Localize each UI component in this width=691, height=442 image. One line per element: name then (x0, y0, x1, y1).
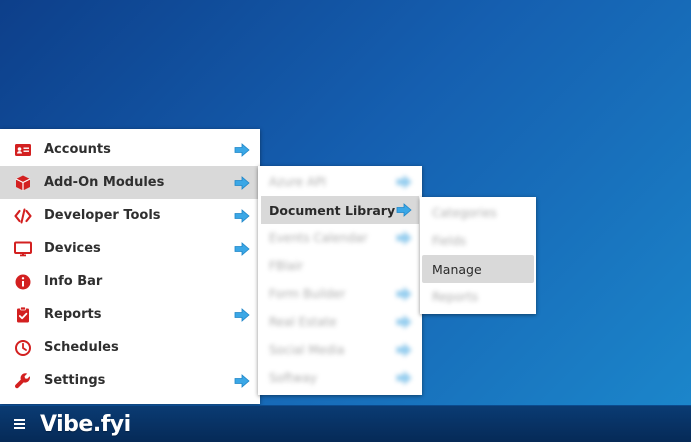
arrow-right-icon (234, 208, 250, 223)
arrow-right-icon (234, 373, 250, 388)
arrow-right-icon (396, 175, 412, 189)
submenu-item-label: Form Builder (269, 287, 346, 301)
code-icon (14, 207, 32, 225)
cube-icon (14, 174, 32, 192)
submenu-item-label: Manage (432, 261, 482, 277)
menu-item-settings[interactable]: Settings (0, 364, 260, 397)
arrow-right-icon (396, 371, 412, 385)
submenu-item-fblair[interactable]: FBlair (258, 252, 422, 280)
submenu-item-document-library[interactable]: Document Library (261, 196, 419, 224)
menu-item-label: Settings (44, 373, 106, 388)
submenu-item-events-calendar[interactable]: Events Calendar (258, 224, 422, 252)
submenu-item-reports[interactable]: Reports (420, 283, 536, 311)
submenu-item-label: Softway (269, 371, 317, 385)
clock-icon (14, 339, 32, 357)
menu-item-label: Schedules (44, 340, 119, 355)
submenu-item-form-builder[interactable]: Form Builder (258, 280, 422, 308)
menu-item-developer-tools[interactable]: Developer Tools (0, 199, 260, 232)
brand-logo[interactable]: Vibe.fyi (40, 412, 131, 437)
monitor-icon (14, 240, 32, 258)
submenu-item-softway[interactable]: Softway (258, 364, 422, 392)
id-card-icon (14, 141, 32, 159)
clipboard-check-icon (14, 306, 32, 324)
arrow-right-icon (396, 203, 412, 217)
arrow-right-icon (396, 343, 412, 357)
main-menu: Accounts Add-On Modules Developer Tools … (0, 129, 260, 404)
submenu-add-on-modules: Azure API Document Library Events Calend… (258, 166, 422, 395)
menu-item-schedules[interactable]: Schedules (0, 331, 260, 364)
submenu-item-label: Azure API (269, 175, 326, 189)
menu-item-devices[interactable]: Devices (0, 232, 260, 265)
menu-item-label: Developer Tools (44, 208, 161, 223)
taskbar: Vibe.fyi (0, 405, 691, 442)
arrow-right-icon (234, 241, 250, 256)
submenu-item-label: Reports (432, 290, 479, 304)
menu-item-label: Reports (44, 307, 102, 322)
info-icon (14, 273, 32, 291)
menu-item-add-on-modules[interactable]: Add-On Modules (0, 166, 260, 199)
submenu-item-label: Fields (432, 234, 466, 248)
arrow-right-icon (234, 175, 250, 190)
arrow-right-icon (396, 287, 412, 301)
menu-item-accounts[interactable]: Accounts (0, 133, 260, 166)
submenu-item-azure-api[interactable]: Azure API (258, 168, 422, 196)
submenu-item-label: Document Library (269, 202, 396, 218)
submenu-item-social-media[interactable]: Social Media (258, 336, 422, 364)
submenu-item-label: Events Calendar (269, 231, 368, 245)
submenu-item-label: Social Media (269, 343, 345, 357)
submenu-document-library: Categories Fields Manage Reports (420, 197, 536, 314)
wrench-icon (14, 372, 32, 390)
submenu-item-real-estate[interactable]: Real Estate (258, 308, 422, 336)
hamburger-icon[interactable] (0, 406, 38, 442)
arrow-right-icon (234, 142, 250, 157)
submenu-item-categories[interactable]: Categories (420, 199, 536, 227)
submenu-item-manage[interactable]: Manage (422, 255, 534, 283)
submenu-item-label: FBlair (269, 259, 304, 273)
submenu-item-fields[interactable]: Fields (420, 227, 536, 255)
menu-item-reports[interactable]: Reports (0, 298, 260, 331)
menu-item-label: Info Bar (44, 274, 103, 289)
submenu-item-label: Categories (432, 206, 497, 220)
menu-item-label: Accounts (44, 142, 111, 157)
menu-item-label: Add-On Modules (44, 175, 165, 190)
menu-item-info-bar[interactable]: Info Bar (0, 265, 260, 298)
arrow-right-icon (234, 307, 250, 322)
menu-item-label: Devices (44, 241, 101, 256)
submenu-item-label: Real Estate (269, 315, 337, 329)
arrow-right-icon (396, 315, 412, 329)
arrow-right-icon (396, 231, 412, 245)
